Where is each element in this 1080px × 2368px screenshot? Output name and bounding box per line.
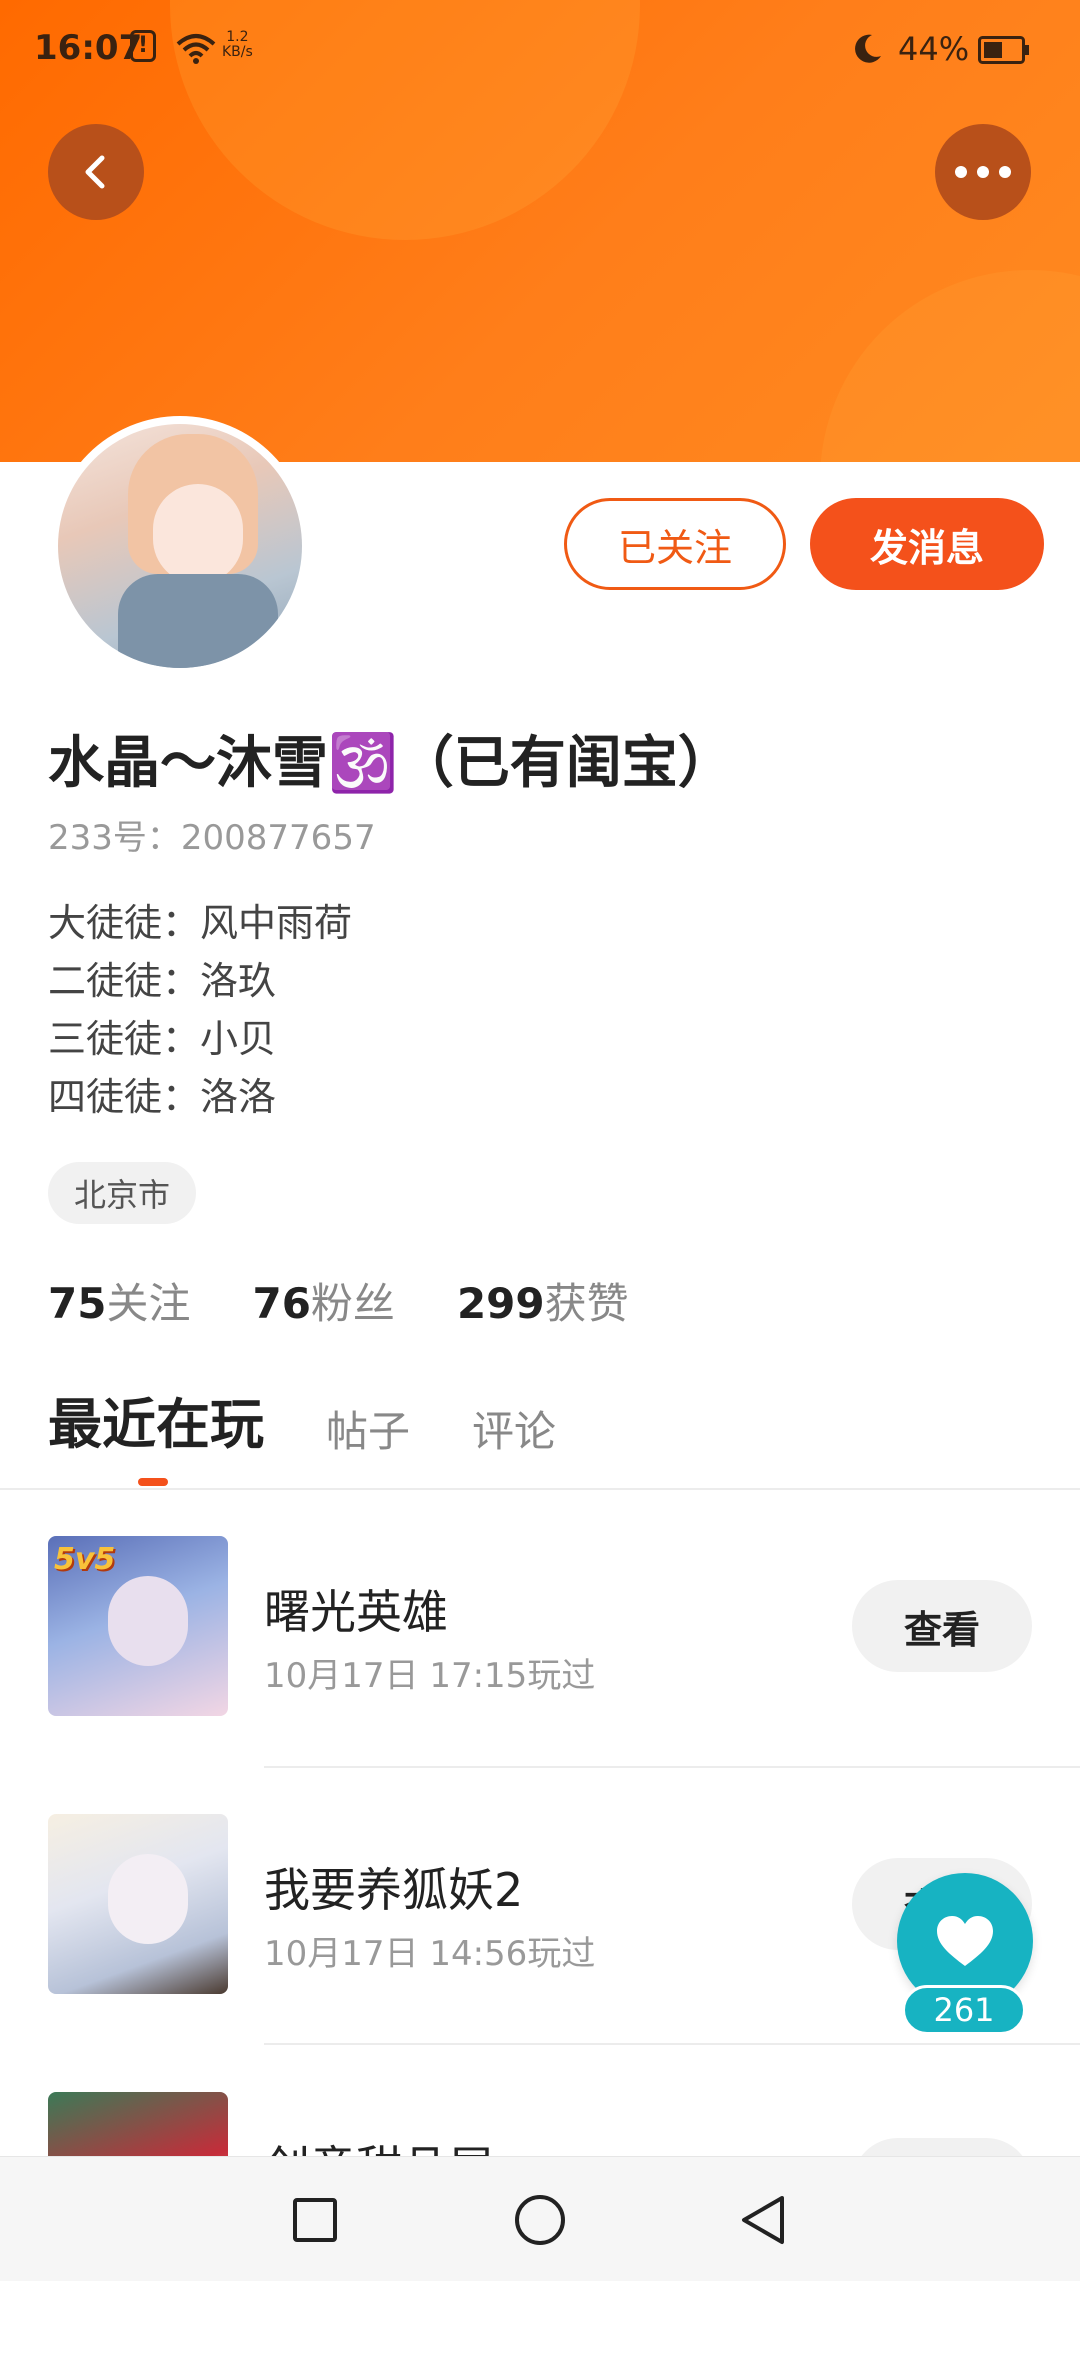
game-name: 曙光英雄 bbox=[264, 1585, 448, 1639]
stat-label: 关注 bbox=[106, 1279, 191, 1328]
list-item[interactable]: 5v5 曙光英雄 10月17日 17:15玩过 查看 bbox=[0, 1536, 1080, 1812]
username: 水晶～沐雪🕉️（已有闺宝） bbox=[48, 731, 734, 796]
send-message-button[interactable]: 发消息 bbox=[810, 498, 1044, 590]
location-tag: 北京市 bbox=[48, 1162, 197, 1224]
stat-following[interactable]: 75关注 bbox=[48, 1270, 190, 1331]
stat-number: 76 bbox=[252, 1279, 311, 1328]
more-button[interactable] bbox=[935, 124, 1031, 220]
stat-number: 75 bbox=[48, 1279, 107, 1328]
tab-recently-played[interactable]: 最近在玩 bbox=[48, 1380, 264, 1486]
status-bar: 16:07 ! 1.2 KB/s 44% bbox=[0, 0, 1080, 100]
home-button[interactable] bbox=[505, 2185, 575, 2255]
tab-comments[interactable]: 评论 bbox=[472, 1398, 556, 1459]
played-time: 10月17日 17:15玩过 bbox=[264, 1656, 596, 1696]
game-thumbnail bbox=[48, 1814, 228, 1994]
game-thumbnail: 5v5 bbox=[48, 1536, 228, 1716]
stat-followers[interactable]: 76粉丝 bbox=[252, 1270, 394, 1331]
moon-icon bbox=[855, 34, 881, 63]
game-art bbox=[108, 1854, 188, 1944]
game-badge: 5v5 bbox=[54, 1542, 116, 1577]
circle-icon bbox=[515, 2195, 565, 2245]
bio-line: 三徒徒：小贝 bbox=[48, 1017, 277, 1061]
view-button[interactable]: 查看 bbox=[852, 1580, 1032, 1672]
stat-label: 获赞 bbox=[544, 1279, 629, 1328]
system-nav-bar bbox=[0, 2156, 1080, 2281]
bio-line: 大徒徒：风中雨荷 bbox=[48, 901, 353, 945]
profile-banner: 16:07 ! 1.2 KB/s 44% bbox=[0, 0, 1080, 462]
banner-decoration bbox=[820, 270, 1080, 462]
followed-button[interactable]: 已关注 bbox=[564, 498, 786, 590]
stat-likes[interactable]: 299获赞 bbox=[457, 1270, 629, 1331]
tab-posts[interactable]: 帖子 bbox=[326, 1398, 410, 1459]
wifi-icon bbox=[176, 34, 216, 64]
triangle-back-icon bbox=[742, 2196, 784, 2244]
stat-number: 299 bbox=[456, 1279, 545, 1328]
bio-line: 二徒徒：洛玖 bbox=[48, 959, 277, 1003]
divider bbox=[264, 1766, 1080, 1768]
stat-label: 粉丝 bbox=[310, 1279, 395, 1328]
user-id: 233号：200877657 bbox=[48, 818, 376, 858]
avatar-face bbox=[153, 484, 243, 584]
tab-active-indicator bbox=[138, 1478, 168, 1486]
avatar-image bbox=[58, 424, 302, 668]
bio: 大徒徒：风中雨荷 二徒徒：洛玖 三徒徒：小贝 四徒徒：洛洛 bbox=[48, 894, 352, 1126]
played-time: 10月17日 14:56玩过 bbox=[264, 1934, 596, 1974]
like-count: 261 bbox=[902, 1985, 1026, 2035]
divider bbox=[264, 2043, 1080, 2045]
game-name: 我要养狐妖2 bbox=[264, 1863, 524, 1917]
battery-percent: 44% bbox=[898, 30, 970, 68]
more-dots-icon bbox=[955, 166, 1011, 178]
status-time: 16:07 bbox=[34, 28, 143, 68]
battery-icon bbox=[978, 36, 1029, 64]
game-art bbox=[108, 1576, 188, 1666]
chevron-left-icon bbox=[85, 155, 105, 189]
network-speed: 1.2 KB/s bbox=[222, 29, 253, 60]
alert-icon: ! bbox=[130, 30, 156, 62]
heart-icon bbox=[937, 1916, 993, 1966]
square-icon bbox=[293, 2198, 337, 2242]
recent-apps-button[interactable] bbox=[280, 2185, 350, 2255]
divider bbox=[0, 1488, 1080, 1490]
tab-label: 最近在玩 bbox=[48, 1393, 264, 1456]
back-nav-button[interactable] bbox=[728, 2185, 798, 2255]
avatar-body bbox=[118, 574, 278, 668]
back-button[interactable] bbox=[48, 124, 144, 220]
bio-line: 四徒徒：洛洛 bbox=[48, 1075, 277, 1119]
profile-tabs: 最近在玩 帖子 评论 bbox=[48, 1380, 618, 1486]
profile-stats: 75关注 76粉丝 299获赞 bbox=[48, 1270, 629, 1331]
avatar[interactable] bbox=[50, 416, 310, 676]
